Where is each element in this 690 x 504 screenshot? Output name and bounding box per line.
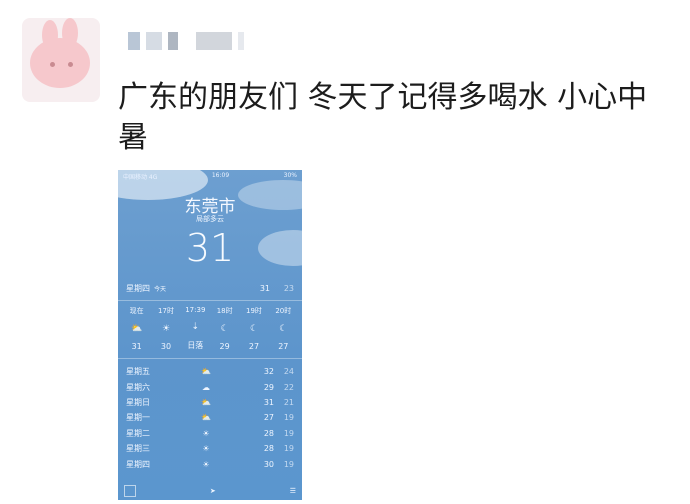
divider bbox=[118, 300, 302, 301]
hour-item: 现在 ⛅ 31 bbox=[122, 306, 151, 351]
bottom-bar: ➤ ☰ bbox=[124, 485, 296, 497]
sun-icon: ☀ bbox=[202, 459, 210, 469]
day-row: 星期三 ☀ 28 19 bbox=[126, 441, 294, 456]
day-low: 19 bbox=[283, 413, 294, 423]
hourly-forecast[interactable]: 现在 ⛅ 31 17时 ☀ 30 17:39 ⇣ 日落 18时 ☾ 29 19时… bbox=[122, 306, 298, 351]
partly-cloudy-icon: ⛅ bbox=[131, 324, 143, 334]
weather-channel-icon[interactable] bbox=[124, 485, 136, 497]
hour-time: 18时 bbox=[216, 307, 233, 315]
status-time: 16:09 bbox=[211, 172, 230, 179]
partly-cloudy-icon: ⛅ bbox=[201, 397, 211, 407]
day-low: 24 bbox=[283, 367, 294, 377]
day-row: 星期六 ☁ 29 22 bbox=[126, 379, 294, 394]
partly-cloudy-icon: ⛅ bbox=[201, 413, 211, 423]
today-day: 星期四 bbox=[126, 284, 150, 293]
today-high: 31 bbox=[259, 284, 270, 293]
hour-item: 20时 ☾ 27 bbox=[269, 306, 298, 351]
day-row: 星期日 ⛅ 31 21 bbox=[126, 395, 294, 410]
day-name: 星期二 bbox=[126, 428, 150, 438]
username-blurred[interactable] bbox=[128, 30, 244, 52]
day-high: 32 bbox=[263, 367, 274, 377]
avatar-eye bbox=[50, 62, 55, 67]
daily-forecast[interactable]: 星期五 ⛅ 32 24 星期六 ☁ 29 22 星期日 ⛅ 31 21 星期一 … bbox=[126, 364, 294, 472]
hour-time: 20时 bbox=[275, 307, 292, 315]
hour-item: 17时 ☀ 30 bbox=[151, 306, 180, 351]
day-name: 星期五 bbox=[126, 367, 150, 377]
day-name: 星期三 bbox=[126, 444, 150, 454]
weather-screenshot[interactable]: 中国移动 4G 16:09 30% 东莞市 局部多云 31 星期四 今天 31 … bbox=[118, 170, 302, 500]
moon-icon: ☾ bbox=[279, 324, 288, 334]
sun-icon: ☀ bbox=[161, 324, 171, 334]
user-avatar[interactable] bbox=[22, 18, 100, 102]
day-high: 31 bbox=[263, 397, 274, 407]
hour-time: 17时 bbox=[158, 307, 174, 315]
today-low: 23 bbox=[283, 284, 294, 293]
day-name: 星期日 bbox=[126, 397, 150, 407]
hour-temp: 31 bbox=[131, 342, 142, 351]
hour-item: 17:39 ⇣ 日落 bbox=[181, 306, 210, 351]
weather-condition: 局部多云 bbox=[196, 215, 224, 223]
hour-time: 17:39 bbox=[185, 306, 206, 314]
sunset-icon: ⇣ bbox=[191, 322, 200, 332]
day-high: 28 bbox=[263, 428, 274, 438]
avatar-eye bbox=[68, 62, 73, 67]
post-text: 广东的朋友们 冬天了记得多喝水 小心中暑 bbox=[118, 80, 648, 155]
moon-icon: ☾ bbox=[220, 324, 229, 334]
day-row: 星期一 ⛅ 27 19 bbox=[126, 410, 294, 425]
day-name: 星期六 bbox=[126, 382, 150, 392]
partly-cloudy-icon: ⛅ bbox=[201, 367, 211, 377]
carrier-text: 中国移动 4G bbox=[123, 174, 158, 181]
hour-time: 现在 bbox=[129, 307, 144, 315]
day-name: 星期一 bbox=[126, 413, 150, 423]
day-row: 星期五 ⛅ 32 24 bbox=[126, 364, 294, 379]
hour-temp: 27 bbox=[248, 342, 260, 351]
cloud-icon: ☁ bbox=[202, 382, 210, 392]
battery-text: 30% bbox=[283, 172, 297, 179]
day-low: 19 bbox=[283, 444, 294, 454]
day-low: 21 bbox=[283, 397, 294, 407]
today-tag: 今天 bbox=[154, 286, 167, 293]
day-low: 22 bbox=[283, 382, 294, 392]
day-high: 28 bbox=[263, 444, 274, 454]
hour-item: 18时 ☾ 29 bbox=[210, 306, 239, 351]
day-high: 27 bbox=[263, 413, 274, 423]
day-row: 星期四 ☀ 30 19 bbox=[126, 456, 294, 471]
moon-icon: ☾ bbox=[249, 324, 259, 334]
hour-time: 19时 bbox=[246, 307, 262, 315]
divider bbox=[118, 358, 302, 359]
day-low: 19 bbox=[283, 459, 294, 469]
day-low: 19 bbox=[283, 428, 294, 438]
today-row: 星期四 今天 31 23 bbox=[126, 283, 294, 294]
day-high: 29 bbox=[263, 382, 274, 392]
hour-temp: 30 bbox=[160, 342, 172, 351]
hour-item: 19时 ☾ 27 bbox=[239, 306, 268, 351]
hour-temp: 27 bbox=[278, 342, 289, 351]
status-bar: 中国移动 4G 16:09 30% bbox=[118, 170, 302, 181]
day-high: 30 bbox=[263, 459, 274, 469]
sun-icon: ☀ bbox=[202, 444, 210, 454]
list-icon[interactable]: ☰ bbox=[290, 487, 296, 495]
day-row: 星期二 ☀ 28 19 bbox=[126, 426, 294, 441]
day-name: 星期四 bbox=[126, 459, 150, 469]
avatar-face bbox=[30, 38, 90, 88]
current-temperature: 31 bbox=[185, 226, 235, 270]
hour-temp: 日落 bbox=[187, 341, 204, 350]
hour-temp: 29 bbox=[219, 342, 230, 351]
location-arrow-icon[interactable]: ➤ bbox=[210, 487, 216, 495]
sun-icon: ☀ bbox=[202, 428, 210, 438]
